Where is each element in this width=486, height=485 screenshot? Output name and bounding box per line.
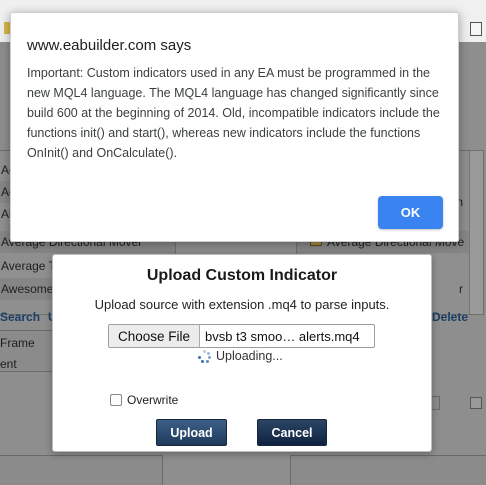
ok-button[interactable]: OK [378,196,443,229]
background-box [0,455,163,485]
selected-file-name: bvsb t3 smoo… alerts.mq4 [205,328,360,344]
modal-title: Upload Custom Indicator [146,267,338,284]
background-checkbox [470,397,482,409]
background-box [290,455,486,485]
alert-message: Important: Custom indicators used in any… [27,66,440,160]
upload-indicator-modal: Upload Custom Indicator Upload source wi… [52,254,432,452]
cancel-button[interactable]: Cancel [257,419,327,446]
upload-status: Uploading... [198,349,283,363]
overwrite-label: Overwrite [127,393,179,407]
choose-file-button[interactable]: Choose File [109,325,200,347]
delete-link: Delete [432,310,469,324]
uploading-text: Uploading... [216,349,283,363]
modal-subtitle: Upload source with extension .mq4 to par… [94,297,390,312]
loading-spinner-icon [198,349,211,363]
upload-button[interactable]: Upload [156,419,227,446]
search-link: Search [0,310,41,324]
frame-label: Frame [0,336,35,350]
browser-alert-dialog: www.eabuilder.com says Important: Custom… [10,12,459,242]
overwrite-option[interactable]: Overwrite [110,393,178,407]
file-input[interactable]: Choose File bvsb t3 smoo… alerts.mq4 [108,324,375,348]
scrollbar [469,151,483,314]
alert-title: www.eabuilder.com says [27,37,192,54]
overwrite-checkbox[interactable] [110,394,122,406]
document-icon [470,22,482,36]
ent-label: ent [0,357,17,371]
